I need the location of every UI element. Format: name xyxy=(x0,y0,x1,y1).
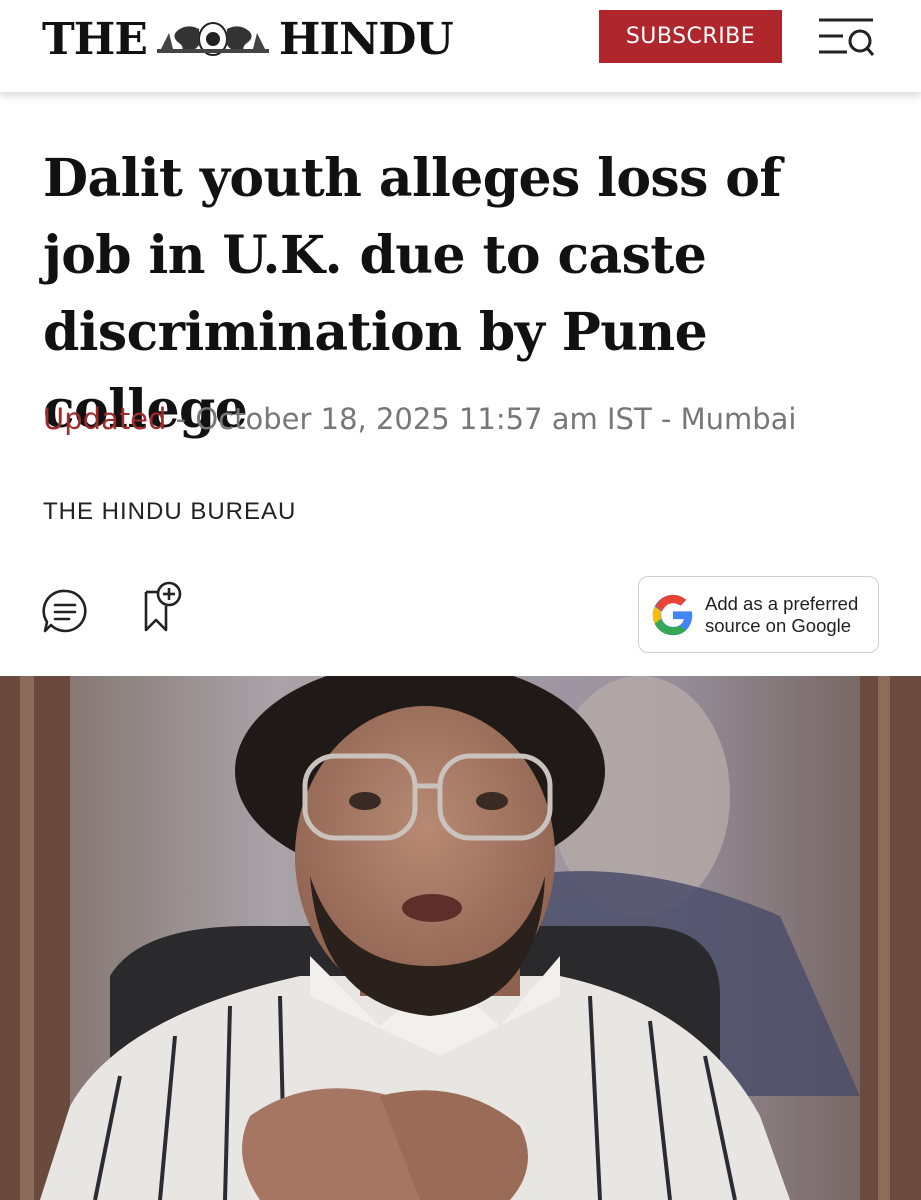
meta-separator: - xyxy=(166,402,196,436)
google-preferred-source-button[interactable]: Add as a preferred source on Google xyxy=(638,576,879,653)
article-datetime: October 18, 2025 11:57 am IST xyxy=(195,402,652,436)
updated-label: Updated xyxy=(43,402,167,436)
article-meta: Updated - October 18, 2025 11:57 am IST … xyxy=(43,402,883,436)
subscribe-button[interactable]: SUBSCRIBE xyxy=(599,10,782,63)
crest-emblem-icon xyxy=(156,22,269,56)
comment-icon[interactable] xyxy=(42,588,88,634)
google-preferred-line2: source on Google xyxy=(705,614,852,636)
google-preferred-line1: Add as a preferred xyxy=(705,592,859,614)
article-location: Mumbai xyxy=(680,402,797,436)
hero-image xyxy=(0,676,921,1200)
logo-text-right: HINDU xyxy=(278,13,454,65)
menu-search-icon[interactable] xyxy=(817,16,875,58)
photo-man-with-glasses-striped-shirt xyxy=(0,676,921,1200)
google-g-icon xyxy=(652,594,693,635)
google-preferred-text: Add as a preferred source on Google xyxy=(705,593,858,637)
bookmark-add-icon[interactable] xyxy=(140,580,184,634)
meta-separator-2: - xyxy=(651,402,681,436)
site-logo[interactable]: THE HINDU xyxy=(42,13,454,65)
article-byline[interactable]: THE HINDU BUREAU xyxy=(43,498,296,526)
logo-text-left: THE xyxy=(42,13,148,65)
top-bar: THE HINDU SUBSCRIBE xyxy=(0,0,921,92)
